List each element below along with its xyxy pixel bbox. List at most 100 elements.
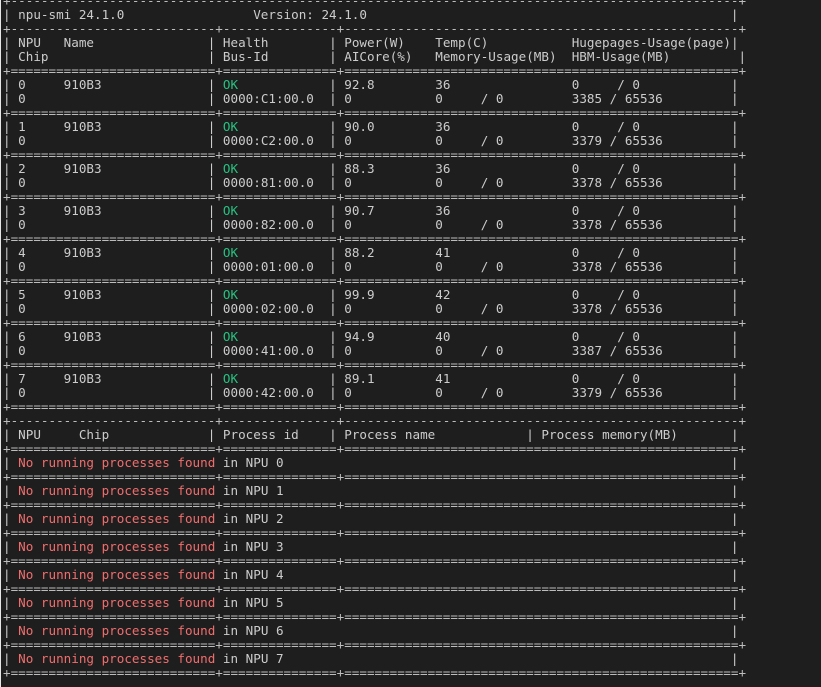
col-memory-usage: Memory-Usage(MB) bbox=[435, 49, 572, 64]
temp-value: 40 bbox=[435, 329, 572, 344]
chip-id: 0 bbox=[18, 301, 208, 316]
power-value: 99.9 bbox=[344, 287, 436, 302]
device-row: | 4 910B3 | OK | 88.2 41 0 / 0 | bbox=[3, 245, 739, 260]
device-row-detail: | 0 | 0000:01:00.0 | 0 0 / 0 3378 / 6553… bbox=[3, 259, 739, 274]
process-row-divider: +===========================+===========… bbox=[3, 553, 747, 568]
device-row-divider: +===========================+===========… bbox=[3, 105, 747, 120]
hbm-total: 65536 bbox=[624, 301, 731, 316]
col-aicore: AICore(%) bbox=[344, 49, 436, 64]
npu-name: 910B3 bbox=[63, 203, 208, 218]
memory-total: 0 bbox=[495, 217, 572, 232]
memory-used: 0 bbox=[435, 259, 481, 274]
hugepages-used: 0 bbox=[571, 203, 618, 218]
device-row-divider: +===========================+===========… bbox=[3, 315, 747, 330]
npu-id: 2 bbox=[18, 161, 64, 176]
device-row-divider: +===========================+===========… bbox=[3, 231, 747, 246]
memory-used: 0 bbox=[435, 217, 481, 232]
hbm-used: 3378 bbox=[571, 217, 603, 232]
chip-id: 0 bbox=[18, 385, 208, 400]
process-npu-label: in NPU 3 bbox=[222, 539, 731, 554]
power-value: 88.2 bbox=[344, 245, 436, 260]
npu-name: 910B3 bbox=[63, 287, 208, 302]
aicore-value: 0 bbox=[344, 301, 436, 316]
temp-value: 36 bbox=[435, 119, 572, 134]
header-divider: +---------------------------+-----------… bbox=[3, 21, 747, 36]
health-status: OK bbox=[222, 329, 330, 344]
device-row-divider: +===========================+===========… bbox=[3, 147, 747, 162]
process-empty-message: No running processes found bbox=[18, 595, 216, 610]
hugepages-used: 0 bbox=[571, 245, 618, 260]
power-value: 90.7 bbox=[344, 203, 436, 218]
terminal-output: +---------------------------------------… bbox=[0, 0, 821, 687]
hugepages-total: 0 bbox=[632, 119, 731, 134]
process-empty-message: No running processes found bbox=[18, 651, 216, 666]
device-row-detail: | 0 | 0000:41:00.0 | 0 0 / 0 3387 / 6553… bbox=[3, 343, 739, 358]
npu-name: 910B3 bbox=[63, 371, 208, 386]
memory-total: 0 bbox=[495, 133, 572, 148]
device-row-detail: | 0 | 0000:02:00.0 | 0 0 / 0 3378 / 6553… bbox=[3, 301, 739, 316]
hbm-used: 3385 bbox=[571, 91, 603, 106]
device-row-divider: +===========================+===========… bbox=[3, 399, 747, 414]
header-line: | npu-smi 24.1.0 Version: 24.1.0 | bbox=[3, 7, 739, 22]
memory-total: 0 bbox=[495, 385, 572, 400]
aicore-value: 0 bbox=[344, 385, 436, 400]
process-npu-label: in NPU 1 bbox=[222, 483, 731, 498]
process-row-divider: +===========================+===========… bbox=[3, 609, 747, 624]
temp-value: 36 bbox=[435, 77, 572, 92]
process-row: | No running processes found in NPU 4 | bbox=[3, 567, 739, 582]
memory-used: 0 bbox=[435, 91, 481, 106]
process-row-divider: +===========================+===========… bbox=[3, 469, 747, 484]
hbm-total: 65536 bbox=[624, 259, 731, 274]
device-header-line-2: | Chip | Bus-Id | AICore(%) Memory-Usage… bbox=[3, 49, 747, 64]
power-value: 90.0 bbox=[344, 119, 436, 134]
npu-id: 6 bbox=[18, 329, 64, 344]
version-label: Version: 24.1.0 bbox=[253, 7, 731, 22]
power-value: 92.8 bbox=[344, 77, 436, 92]
device-row: | 1 910B3 | OK | 90.0 36 0 / 0 | bbox=[3, 119, 739, 134]
temp-value: 36 bbox=[435, 203, 572, 218]
device-row-detail: | 0 | 0000:C1:00.0 | 0 0 / 0 3385 / 6553… bbox=[3, 91, 739, 106]
hugepages-total: 0 bbox=[632, 371, 731, 386]
hugepages-total: 0 bbox=[632, 203, 731, 218]
hbm-used: 3387 bbox=[571, 343, 603, 358]
hugepages-used: 0 bbox=[571, 77, 618, 92]
hbm-used: 3379 bbox=[571, 133, 603, 148]
col-process-memory: Process memory(MB) bbox=[541, 427, 731, 442]
device-row-detail: | 0 | 0000:C2:00.0 | 0 0 / 0 3379 / 6553… bbox=[3, 133, 739, 148]
npu-name: 910B3 bbox=[63, 245, 208, 260]
hugepages-total: 0 bbox=[632, 287, 731, 302]
chip-id: 0 bbox=[18, 217, 208, 232]
col-hugepages: Hugepages-Usage(page) bbox=[571, 35, 731, 50]
power-value: 94.9 bbox=[344, 329, 436, 344]
aicore-value: 0 bbox=[344, 343, 436, 358]
col-process-id: Process id bbox=[222, 427, 330, 442]
process-table-top: +---------------------------+-----------… bbox=[3, 413, 747, 428]
process-empty-message: No running processes found bbox=[18, 455, 216, 470]
col-process-chip: Chip bbox=[78, 427, 208, 442]
device-header-divider: +===========================+===========… bbox=[3, 63, 747, 78]
temp-value: 36 bbox=[435, 161, 572, 176]
process-row: | No running processes found in NPU 2 | bbox=[3, 511, 739, 526]
npu-name: 910B3 bbox=[63, 119, 208, 134]
health-status: OK bbox=[222, 119, 330, 134]
process-row-divider: +===========================+===========… bbox=[3, 581, 747, 596]
chip-id: 0 bbox=[18, 175, 208, 190]
hbm-used: 3378 bbox=[571, 175, 603, 190]
left-border bbox=[0, 0, 1, 687]
memory-used: 0 bbox=[435, 385, 481, 400]
process-empty-message: No running processes found bbox=[18, 567, 216, 582]
device-row-detail: | 0 | 0000:81:00.0 | 0 0 / 0 3378 / 6553… bbox=[3, 175, 739, 190]
device-row-detail: | 0 | 0000:82:00.0 | 0 0 / 0 3378 / 6553… bbox=[3, 217, 739, 232]
process-row-divider: +===========================+===========… bbox=[3, 497, 747, 512]
memory-used: 0 bbox=[435, 301, 481, 316]
col-chip: Chip bbox=[18, 49, 208, 64]
col-process-npu: NPU bbox=[18, 427, 79, 442]
process-row-divider: +===========================+===========… bbox=[3, 665, 747, 680]
hbm-used: 3378 bbox=[571, 301, 603, 316]
memory-used: 0 bbox=[435, 343, 481, 358]
hugepages-total: 0 bbox=[632, 161, 731, 176]
process-npu-label: in NPU 7 bbox=[222, 651, 731, 666]
chip-id: 0 bbox=[18, 133, 208, 148]
hbm-used: 3379 bbox=[571, 385, 603, 400]
col-process-name: Process name bbox=[344, 427, 527, 442]
